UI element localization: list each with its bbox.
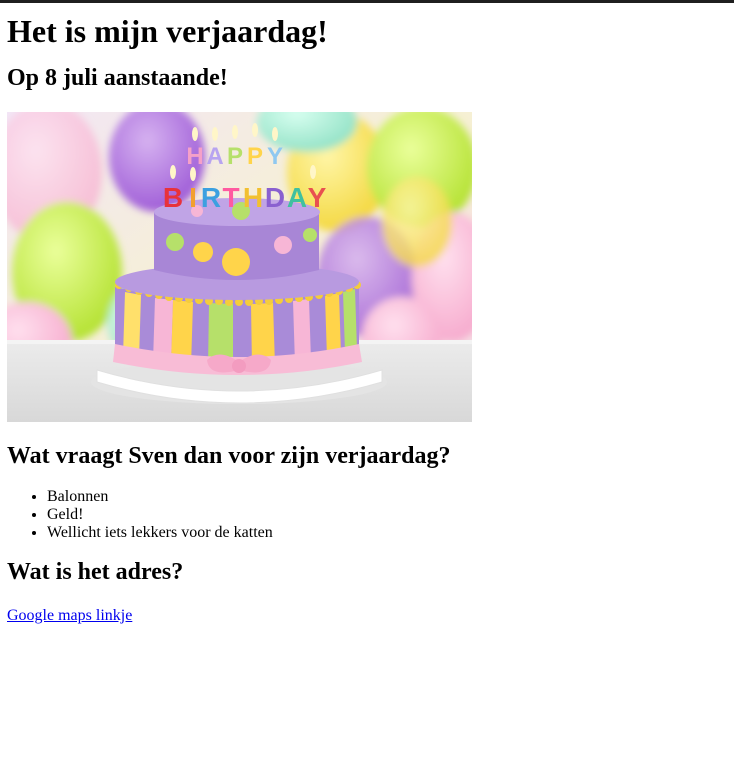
svg-text:P: P xyxy=(247,143,263,170)
wishlist: Balonnen Geld! Wellicht iets lekkers voo… xyxy=(7,488,727,542)
svg-text:D: D xyxy=(265,182,285,213)
page-content: Het is mijn verjaardag! Op 8 juli aansta… xyxy=(0,13,734,625)
list-item: Geld! xyxy=(47,506,727,524)
date-subheading: Op 8 juli aanstaande! xyxy=(7,65,228,91)
birthday-cake-image: H A P P Y B I R T H D A Y xyxy=(7,112,472,422)
svg-text:B: B xyxy=(163,182,183,213)
svg-text:A: A xyxy=(287,182,307,213)
wishlist-heading: Wat vraagt Sven dan voor zijn verjaardag… xyxy=(7,443,451,469)
svg-text:R: R xyxy=(201,182,221,213)
address-heading: Wat is het adres? xyxy=(7,559,184,585)
svg-text:P: P xyxy=(227,143,243,170)
list-item: Wellicht iets lekkers voor de katten xyxy=(47,524,727,542)
svg-text:A: A xyxy=(206,143,223,170)
svg-text:I: I xyxy=(189,182,197,213)
page-title: Het is mijn verjaardag! xyxy=(7,13,328,49)
svg-text:Y: Y xyxy=(308,182,327,213)
svg-text:H: H xyxy=(243,182,263,213)
google-maps-link[interactable]: Google maps linkje xyxy=(7,607,132,625)
svg-text:T: T xyxy=(222,182,239,213)
svg-text:Y: Y xyxy=(267,143,283,170)
list-item: Balonnen xyxy=(47,488,727,506)
svg-text:H: H xyxy=(186,143,203,170)
window-top-border xyxy=(0,0,734,3)
